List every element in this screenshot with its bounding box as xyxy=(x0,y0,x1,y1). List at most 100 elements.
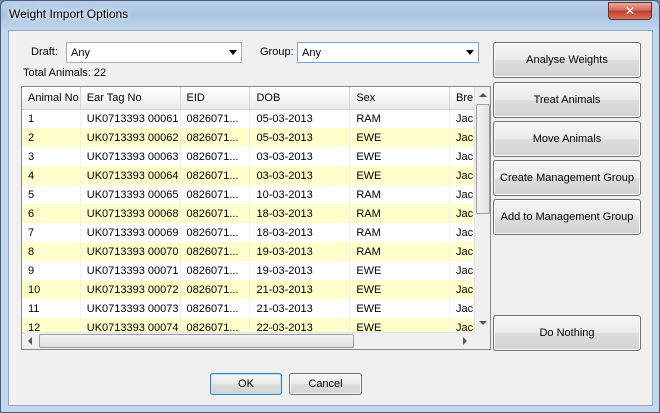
horizontal-scrollbar[interactable] xyxy=(22,332,474,349)
draft-value: Any xyxy=(71,47,90,59)
grid-cell: 0826071... xyxy=(180,261,251,280)
grid-cell: 0826071... xyxy=(180,204,251,223)
arrow-up-icon[interactable] xyxy=(479,93,487,97)
grid-cell: 0826071... xyxy=(180,185,251,204)
animals-grid[interactable]: Animal No Ear Tag No EID DOB Sex Bre 1 UK… xyxy=(21,86,491,350)
grid-cell: 0826071... xyxy=(180,128,251,147)
grid-cell: 19-03-2013 xyxy=(249,261,351,280)
grid-cell: EWE xyxy=(349,128,451,147)
animals-table: Animal No Ear Tag No EID DOB Sex Bre 1 UK… xyxy=(22,87,490,337)
group-dropdown[interactable]: Any xyxy=(297,42,479,63)
table-row[interactable]: 1 UK0713393 00061 0826071... 05-03-2013 RAM J… xyxy=(22,109,490,128)
column-header[interactable]: Animal No xyxy=(22,87,81,110)
grid-cell: RAM xyxy=(349,185,451,204)
grid-cell: 05-03-2013 xyxy=(249,128,351,147)
weight-import-options-window: Weight Import Options ✕ Draft: Any Group… xyxy=(0,0,660,413)
grid-cell: EWE xyxy=(349,261,451,280)
create-management-group-button[interactable]: Create Management Group xyxy=(493,160,641,196)
grid-header-row: Animal No Ear Tag No EID DOB Sex Bre xyxy=(22,87,490,110)
grid-cell: EWE xyxy=(349,280,451,299)
table-row[interactable]: 10 UK0713393 00072 0826071... 21-03-2013 EWE… xyxy=(22,280,490,299)
grid-cell: 11 xyxy=(22,299,81,318)
column-header[interactable]: Sex xyxy=(349,87,451,110)
grid-cell: UK0713393 00071 xyxy=(80,261,181,280)
grid-cell: UK0713393 00063 xyxy=(80,147,181,166)
cancel-button[interactable]: Cancel xyxy=(289,373,362,395)
analyse-weights-button[interactable]: Analyse Weights xyxy=(493,42,641,78)
grid-cell: 6 xyxy=(22,204,81,223)
chevron-down-icon xyxy=(466,50,474,55)
group-label: Group: xyxy=(260,46,294,58)
grid-cell: RAM xyxy=(349,242,451,261)
table-row[interactable]: 11 UK0713393 00073 0826071... 21-03-2013 EWE… xyxy=(22,299,490,318)
grid-cell: EWE xyxy=(349,147,451,166)
grid-cell: 8 xyxy=(22,242,81,261)
vertical-scroll-thumb[interactable] xyxy=(476,104,490,214)
title-bar[interactable]: Weight Import Options ✕ xyxy=(1,1,659,31)
grid-cell: 0826071... xyxy=(180,109,251,128)
table-row[interactable]: 5 UK0713393 00065 0826071... 10-03-2013 RAM J… xyxy=(22,185,490,204)
grid-cell: 0826071... xyxy=(180,242,251,261)
grid-cell: 1 xyxy=(22,109,81,128)
grid-cell: 0826071... xyxy=(180,166,251,185)
table-row[interactable]: 3 UK0713393 00063 0826071... 03-03-2013 EWE J… xyxy=(22,147,490,166)
grid-cell: 0826071... xyxy=(180,223,251,242)
grid-cell: 21-03-2013 xyxy=(249,280,351,299)
grid-cell: 9 xyxy=(22,261,81,280)
grid-cell: 10-03-2013 xyxy=(249,185,351,204)
grid-cell: 0826071... xyxy=(180,280,251,299)
grid-cell: 0826071... xyxy=(180,299,251,318)
total-animals-label: Total Animals: 22 xyxy=(23,67,107,79)
table-row[interactable]: 2 UK0713393 00062 0826071... 05-03-2013 EWE J… xyxy=(22,128,490,147)
scroll-corner xyxy=(474,332,490,349)
table-row[interactable]: 4 UK0713393 00064 0826071... 03-03-2013 EWE J… xyxy=(22,166,490,185)
grid-cell: UK0713393 00072 xyxy=(80,280,181,299)
arrow-left-icon[interactable] xyxy=(28,337,32,345)
chevron-down-icon xyxy=(229,50,237,55)
arrow-right-icon[interactable] xyxy=(463,337,467,345)
arrow-down-icon[interactable] xyxy=(479,321,487,325)
move-animals-button[interactable]: Move Animals xyxy=(493,121,641,157)
ok-button[interactable]: OK xyxy=(210,373,282,395)
grid-cell: 4 xyxy=(22,166,81,185)
close-button[interactable]: ✕ xyxy=(608,2,652,20)
grid-cell: UK0713393 00070 xyxy=(80,242,181,261)
dialog-body: Draft: Any Group: Any Total Animals: 22 … xyxy=(8,30,653,406)
draft-label: Draft: xyxy=(31,46,58,58)
grid-cell: 10 xyxy=(22,280,81,299)
table-row[interactable]: 9 UK0713393 00071 0826071... 19-03-2013 EWE J… xyxy=(22,261,490,280)
grid-cell: 7 xyxy=(22,223,81,242)
grid-cell: UK0713393 00065 xyxy=(80,185,181,204)
grid-cell: EWE xyxy=(349,299,451,318)
column-header[interactable]: Ear Tag No xyxy=(80,87,181,110)
group-value: Any xyxy=(302,47,321,59)
grid-cell: 05-03-2013 xyxy=(249,109,351,128)
add-to-management-group-button[interactable]: Add to Management Group xyxy=(493,199,641,235)
grid-cell: 3 xyxy=(22,147,81,166)
table-row[interactable]: 7 UK0713393 00069 0826071... 18-03-2013 RAM J… xyxy=(22,223,490,242)
grid-cell: UK0713393 00064 xyxy=(80,166,181,185)
table-row[interactable]: 6 UK0713393 00068 0826071... 18-03-2013 RAM J… xyxy=(22,204,490,223)
grid-cell: 2 xyxy=(22,128,81,147)
grid-cell: 0826071... xyxy=(180,147,251,166)
close-icon: ✕ xyxy=(624,4,636,18)
draft-dropdown[interactable]: Any xyxy=(66,42,242,63)
do-nothing-button[interactable]: Do Nothing xyxy=(493,315,641,351)
column-header[interactable]: DOB xyxy=(249,87,351,110)
treat-animals-button[interactable]: Treat Animals xyxy=(493,82,641,118)
grid-cell: UK0713393 00061 xyxy=(80,109,181,128)
grid-cell: UK0713393 00073 xyxy=(80,299,181,318)
grid-cell: 18-03-2013 xyxy=(249,204,351,223)
grid-cell: 21-03-2013 xyxy=(249,299,351,318)
grid-body: 1 UK0713393 00061 0826071... 05-03-2013 RAM J… xyxy=(22,109,490,337)
grid-cell: 03-03-2013 xyxy=(249,166,351,185)
vertical-scrollbar[interactable] xyxy=(474,87,490,332)
table-row[interactable]: 8 UK0713393 00070 0826071... 19-03-2013 RAM J… xyxy=(22,242,490,261)
grid-cell: RAM xyxy=(349,204,451,223)
grid-cell: RAM xyxy=(349,109,451,128)
grid-cell: RAM xyxy=(349,223,451,242)
column-header[interactable]: EID xyxy=(180,87,251,110)
grid-cell: 18-03-2013 xyxy=(249,223,351,242)
grid-cell: 03-03-2013 xyxy=(249,147,351,166)
horizontal-scroll-thumb[interactable] xyxy=(39,334,354,348)
